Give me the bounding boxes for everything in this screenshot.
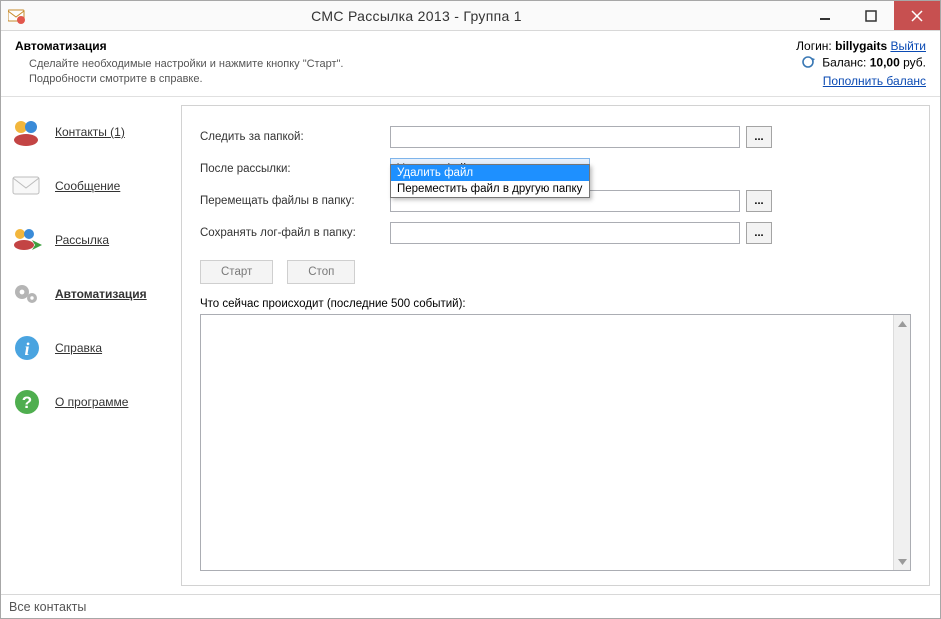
main-panel: Следить за папкой: ... После рассылки: У…: [181, 105, 930, 586]
close-button[interactable]: [894, 1, 940, 30]
sidebar-item-label: Сообщение: [55, 179, 120, 193]
sidebar-item-automation[interactable]: Автоматизация: [5, 275, 181, 313]
svg-text:i: i: [24, 339, 29, 359]
dropdown-option[interactable]: Удалить файл: [391, 165, 589, 181]
login-value: billygaits: [835, 39, 887, 53]
window-title: СМС Рассылка 2013 - Группа 1: [31, 8, 802, 24]
log-folder-input[interactable]: [390, 222, 740, 244]
maximize-button[interactable]: [848, 1, 894, 30]
balance-label: Баланс:: [822, 56, 866, 70]
browse-log-button[interactable]: ...: [746, 222, 772, 244]
minimize-button[interactable]: [802, 1, 848, 30]
sidebar-item-help[interactable]: i Справка: [5, 329, 181, 367]
users-icon: [11, 116, 43, 148]
statusbar-text: Все контакты: [9, 600, 86, 614]
page-section-desc: Сделайте необходимые настройки и нажмите…: [29, 57, 796, 87]
watch-folder-label: Следить за папкой:: [200, 131, 390, 143]
events-label: Что сейчас происходит (последние 500 соб…: [200, 298, 911, 310]
sidebar-item-message[interactable]: Сообщение: [5, 167, 181, 205]
info-strip: Автоматизация Сделайте необходимые настр…: [1, 31, 940, 97]
browse-watch-button[interactable]: ...: [746, 126, 772, 148]
info-icon: i: [11, 332, 43, 364]
scroll-down-icon[interactable]: [894, 553, 910, 570]
login-label: Логин:: [796, 39, 832, 53]
balance-unit: руб.: [903, 56, 926, 70]
logout-link[interactable]: Выйти: [890, 39, 926, 53]
svg-text:?: ?: [22, 393, 32, 412]
sidebar-item-send[interactable]: Рассылка: [5, 221, 181, 259]
watch-folder-input[interactable]: [390, 126, 740, 148]
refresh-icon: [801, 55, 815, 72]
app-icon: [3, 2, 31, 30]
send-icon: [11, 224, 43, 256]
sidebar-item-contacts[interactable]: Контакты (1): [5, 113, 181, 151]
scroll-up-icon[interactable]: [894, 315, 910, 332]
after-send-label: После рассылки:: [200, 163, 390, 175]
sidebar-item-label: Справка: [55, 341, 102, 355]
topup-link[interactable]: Пополнить баланс: [823, 74, 926, 88]
log-folder-label: Сохранять лог-файл в папку:: [200, 227, 390, 239]
stop-button[interactable]: Стоп: [287, 260, 355, 284]
move-folder-label: Перемещать файлы в папку:: [200, 195, 390, 207]
browse-move-button[interactable]: ...: [746, 190, 772, 212]
window-controls: [802, 1, 940, 30]
sidebar-item-label: Рассылка: [55, 233, 109, 247]
sidebar: Контакты (1) Сообщение Рассылка: [1, 97, 181, 594]
help-icon: ?: [11, 386, 43, 418]
sidebar-item-label: Контакты (1): [55, 125, 125, 139]
scroll-track[interactable]: [894, 332, 910, 553]
after-send-dropdown: Удалить файл Переместить файл в другую п…: [390, 164, 590, 198]
sidebar-item-about[interactable]: ? О программе: [5, 383, 181, 421]
balance-value: 10,00: [870, 56, 900, 70]
statusbar: Все контакты: [1, 594, 940, 618]
titlebar: СМС Рассылка 2013 - Группа 1: [1, 1, 940, 31]
events-box[interactable]: [200, 314, 911, 571]
scrollbar-vertical[interactable]: [893, 315, 910, 570]
sidebar-item-label: Автоматизация: [55, 287, 147, 301]
envelope-icon: [11, 170, 43, 202]
page-section-title: Автоматизация: [15, 39, 796, 53]
start-button[interactable]: Старт: [200, 260, 273, 284]
dropdown-option[interactable]: Переместить файл в другую папку: [391, 181, 589, 197]
sidebar-item-label: О программе: [55, 395, 128, 409]
gears-icon: [11, 278, 43, 310]
